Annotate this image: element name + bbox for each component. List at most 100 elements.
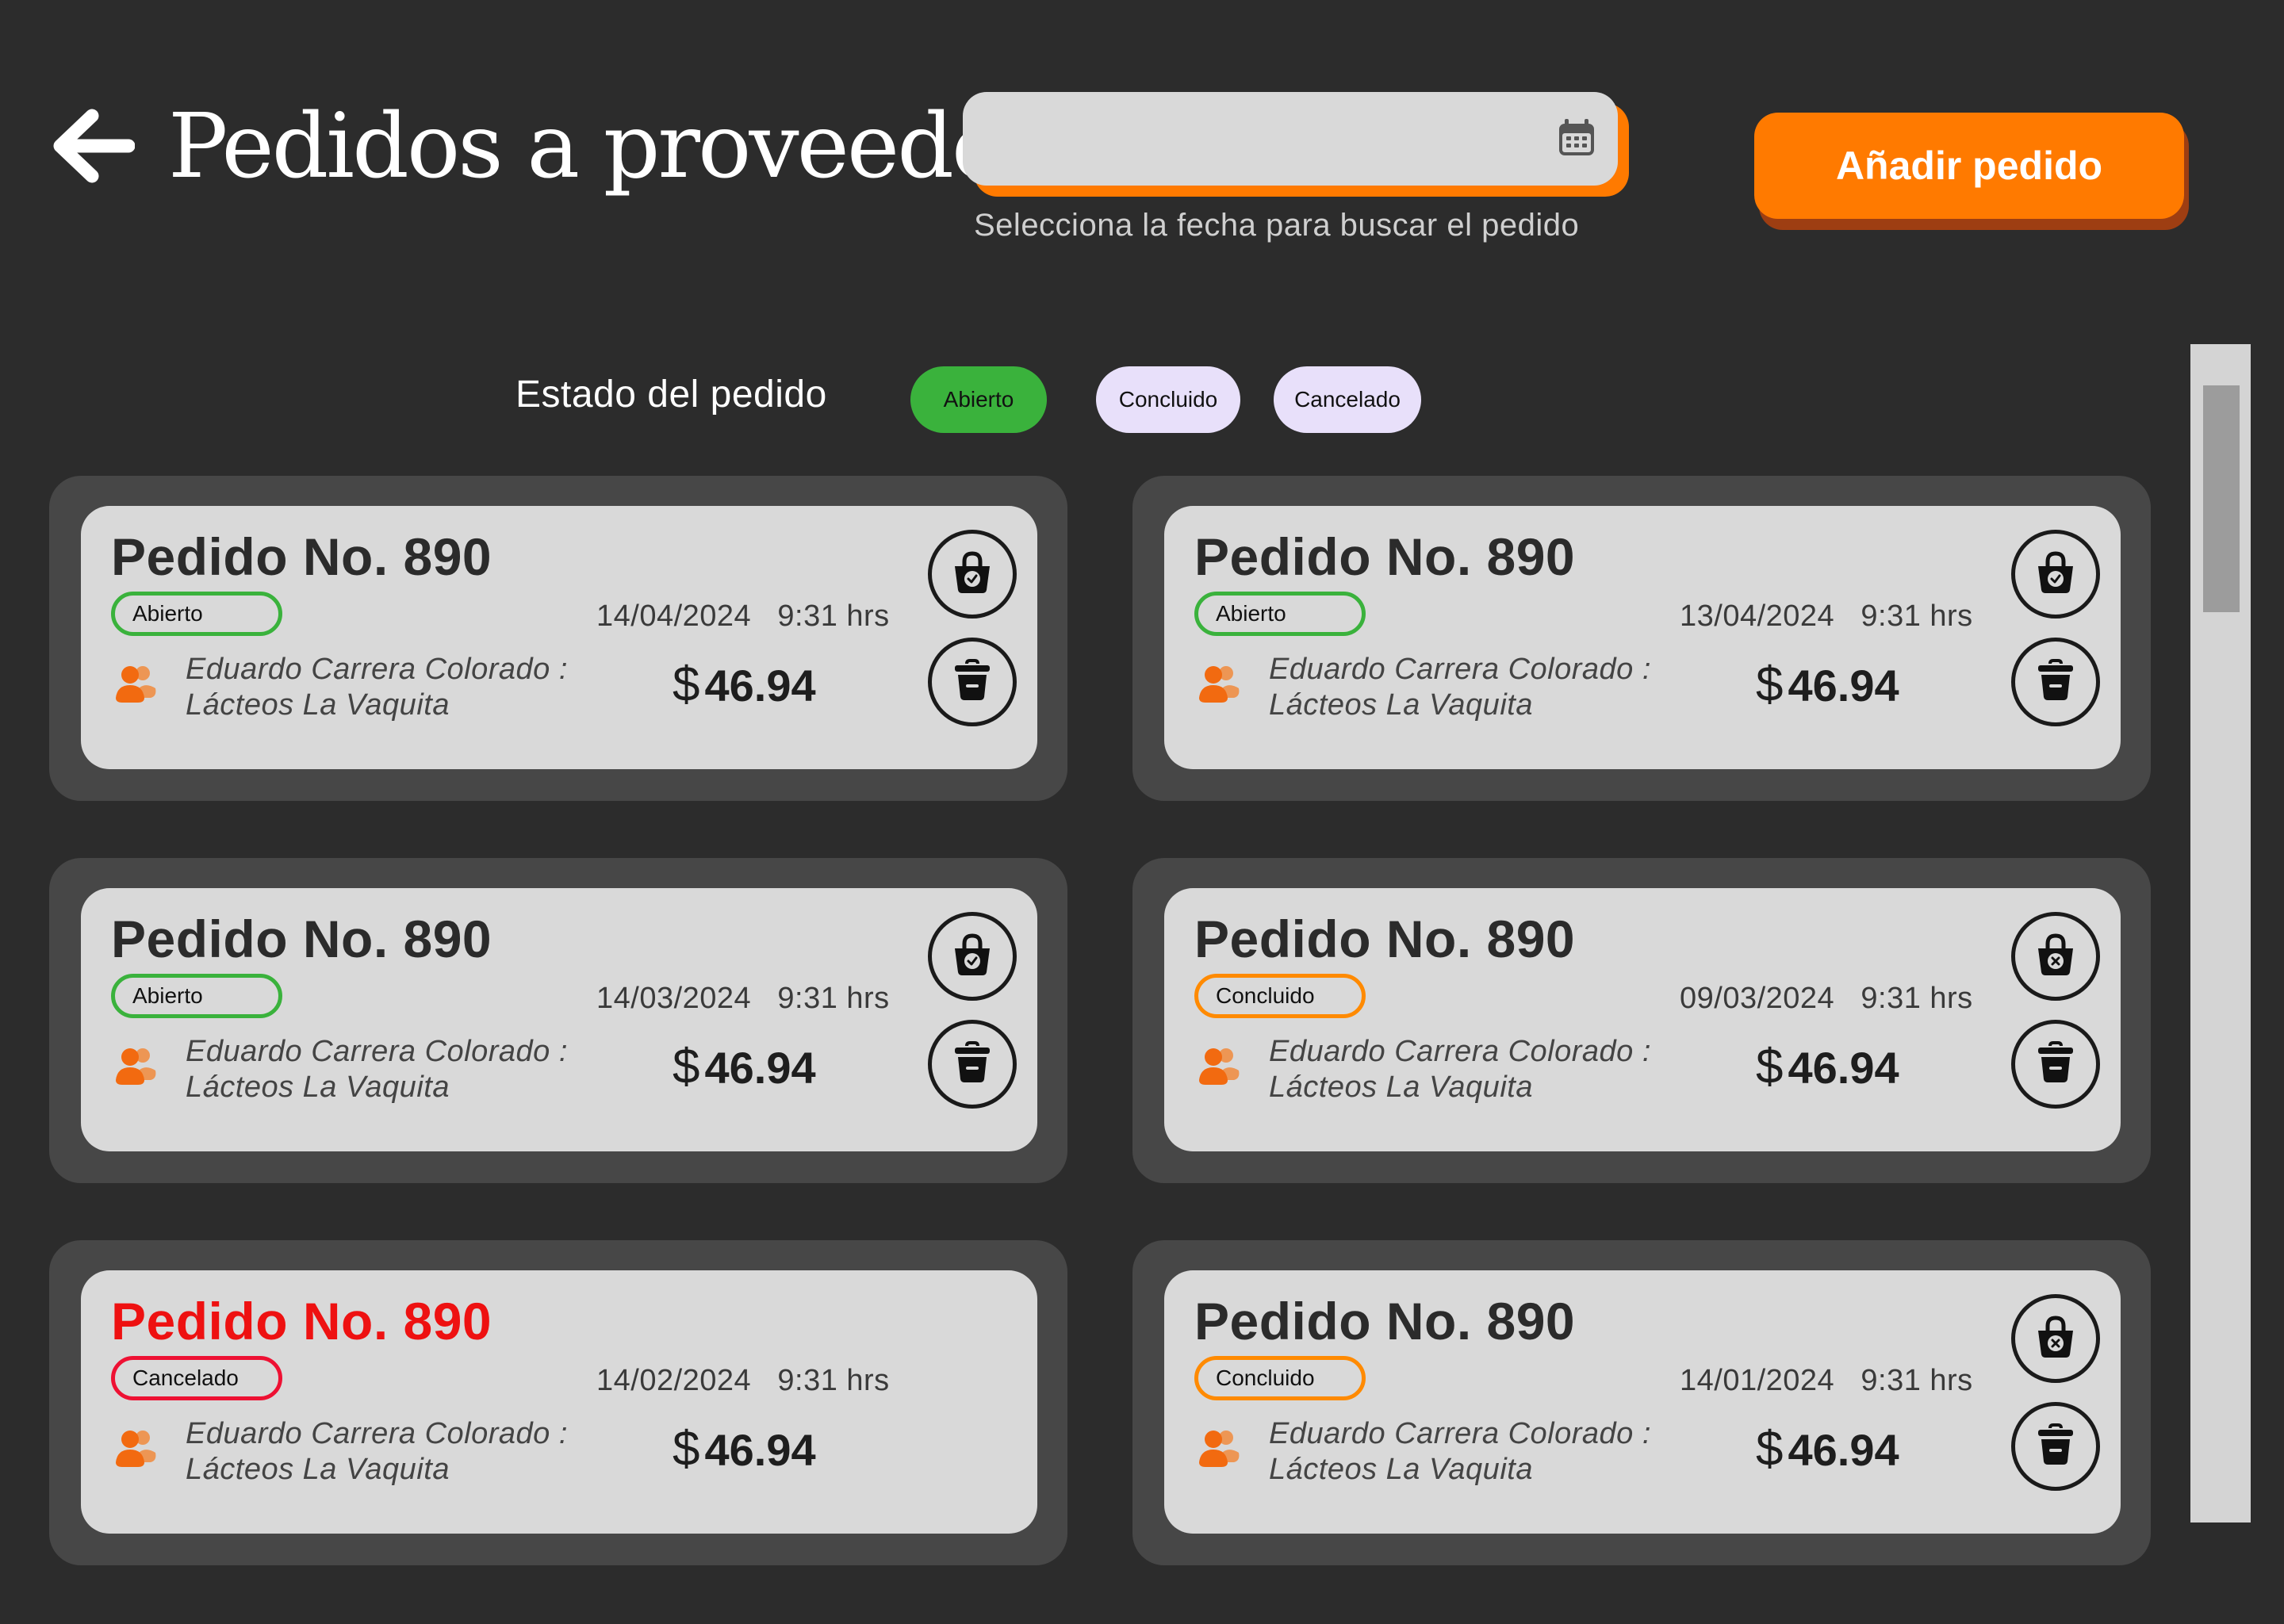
order-status-button[interactable]: [2011, 1294, 2100, 1383]
currency-symbol: $: [673, 1422, 700, 1477]
order-card[interactable]: Pedido No. 890 Abierto 14/04/2024 9:31 h…: [49, 476, 1067, 801]
order-status-badge: Concluido: [1194, 1356, 1366, 1400]
order-status-button[interactable]: [2011, 912, 2100, 1001]
basket-check-icon: [2035, 550, 2076, 599]
page-title: Pedidos a proveedor: [168, 95, 1045, 198]
supplier-users-icon: [1198, 1426, 1242, 1470]
filter-chip-abierto[interactable]: Abierto: [910, 366, 1047, 433]
amount-value: 46.94: [704, 661, 816, 710]
back-arrow-icon[interactable]: [51, 108, 136, 184]
order-date: 14/01/2024: [1680, 1364, 1835, 1397]
order-time: 9:31 hrs: [777, 982, 890, 1015]
add-order-label[interactable]: Añadir pedido: [1754, 113, 2184, 219]
delete-order-button[interactable]: [928, 638, 1017, 726]
order-title: Pedido No. 890: [1194, 527, 1576, 586]
filter-chip-cancelado[interactable]: Cancelado: [1274, 366, 1421, 433]
date-search[interactable]: [963, 92, 1629, 197]
order-title: Pedido No. 890: [1194, 1292, 1576, 1350]
calendar-icon[interactable]: [1554, 116, 1599, 160]
order-card-inner[interactable]: Pedido No. 890 Abierto 14/03/2024 9:31 h…: [81, 888, 1037, 1151]
date-search-hint: Selecciona la fecha para buscar el pedid…: [974, 208, 1580, 243]
status-filter-label: Estado del pedido: [515, 373, 827, 416]
supplier-company: Lácteos La Vaquita: [186, 688, 450, 722]
trash-icon: [953, 658, 991, 706]
basket-check-icon: [952, 550, 993, 599]
order-card[interactable]: Pedido No. 890 Concluido 14/01/2024 9:31…: [1132, 1240, 2151, 1565]
order-supplier: Eduardo Carrera Colorado : Lácteos La Vaq…: [186, 1034, 568, 1105]
currency-symbol: $: [1756, 657, 1784, 712]
order-supplier: Eduardo Carrera Colorado : Lácteos La Vaq…: [1269, 1034, 1651, 1105]
order-card-inner[interactable]: Pedido No. 890 Concluido 14/01/2024 9:31…: [1164, 1270, 2121, 1534]
order-amount: $46.94: [1756, 1421, 1899, 1477]
order-status-badge: Concluido: [1194, 974, 1366, 1018]
order-datetime: 14/03/2024 9:31 hrs: [596, 982, 890, 1016]
order-supplier: Eduardo Carrera Colorado : Lácteos La Vaq…: [186, 1416, 568, 1488]
order-datetime: 14/04/2024 9:31 hrs: [596, 599, 890, 634]
order-amount: $46.94: [1756, 657, 1899, 713]
order-title: Pedido No. 890: [1194, 910, 1576, 968]
currency-symbol: $: [673, 1040, 700, 1094]
trash-icon: [953, 1040, 991, 1088]
order-time: 9:31 hrs: [777, 1364, 890, 1397]
order-card-inner[interactable]: Pedido No. 890 Abierto 13/04/2024 9:31 h…: [1164, 506, 2121, 769]
supplier-name: Eduardo Carrera Colorado :: [1269, 653, 1651, 686]
supplier-name: Eduardo Carrera Colorado :: [1269, 1417, 1651, 1450]
trash-icon: [2037, 1423, 2075, 1470]
order-status-button[interactable]: [2011, 530, 2100, 619]
filter-chip-concluido[interactable]: Concluido: [1096, 366, 1240, 433]
order-card-inner[interactable]: Pedido No. 890 Abierto 14/04/2024 9:31 h…: [81, 506, 1037, 769]
order-time: 9:31 hrs: [777, 599, 890, 633]
supplier-company: Lácteos La Vaquita: [1269, 1453, 1533, 1486]
scrollbar-thumb[interactable]: [2203, 385, 2240, 612]
order-title: Pedido No. 890: [111, 527, 492, 586]
supplier-users-icon: [1198, 1044, 1242, 1088]
delete-order-button[interactable]: [2011, 1020, 2100, 1109]
order-status-badge: Abierto: [111, 974, 282, 1018]
supplier-name: Eduardo Carrera Colorado :: [186, 1035, 568, 1068]
amount-value: 46.94: [704, 1043, 816, 1093]
order-supplier: Eduardo Carrera Colorado : Lácteos La Vaq…: [1269, 1416, 1651, 1488]
order-date: 09/03/2024: [1680, 982, 1835, 1015]
supplier-name: Eduardo Carrera Colorado :: [186, 1417, 568, 1450]
order-datetime: 13/04/2024 9:31 hrs: [1680, 599, 1973, 634]
order-card[interactable]: Pedido No. 890 Concluido 09/03/2024 9:31…: [1132, 858, 2151, 1183]
order-amount: $46.94: [673, 1039, 816, 1095]
order-status-badge: Cancelado: [111, 1356, 282, 1400]
order-status-badge: Abierto: [111, 592, 282, 636]
supplier-company: Lácteos La Vaquita: [1269, 1071, 1533, 1104]
add-order-button[interactable]: Añadir pedido: [1754, 113, 2189, 230]
order-date: 14/02/2024: [596, 1364, 752, 1397]
order-card[interactable]: Pedido No. 890 Cancelado 14/02/2024 9:31…: [49, 1240, 1067, 1565]
supplier-company: Lácteos La Vaquita: [186, 1071, 450, 1104]
order-time: 9:31 hrs: [1861, 599, 1973, 633]
date-search-input[interactable]: [963, 92, 1618, 186]
order-date: 14/03/2024: [596, 982, 752, 1015]
trash-icon: [2037, 1040, 2075, 1088]
basket-check-icon: [952, 933, 993, 981]
amount-value: 46.94: [1788, 661, 1899, 710]
order-status-button[interactable]: [928, 912, 1017, 1001]
order-status-button[interactable]: [928, 530, 1017, 619]
order-card[interactable]: Pedido No. 890 Abierto 13/04/2024 9:31 h…: [1132, 476, 2151, 801]
supplier-company: Lácteos La Vaquita: [186, 1453, 450, 1486]
delete-order-button[interactable]: [928, 1020, 1017, 1109]
amount-value: 46.94: [1788, 1043, 1899, 1093]
order-amount: $46.94: [1756, 1039, 1899, 1095]
supplier-name: Eduardo Carrera Colorado :: [186, 653, 568, 686]
order-card-inner[interactable]: Pedido No. 890 Cancelado 14/02/2024 9:31…: [81, 1270, 1037, 1534]
delete-order-button[interactable]: [2011, 1402, 2100, 1491]
supplier-company: Lácteos La Vaquita: [1269, 688, 1533, 722]
order-card[interactable]: Pedido No. 890 Abierto 14/03/2024 9:31 h…: [49, 858, 1067, 1183]
amount-value: 46.94: [704, 1425, 816, 1475]
order-card-inner[interactable]: Pedido No. 890 Concluido 09/03/2024 9:31…: [1164, 888, 2121, 1151]
order-amount: $46.94: [673, 1421, 816, 1477]
supplier-name: Eduardo Carrera Colorado :: [1269, 1035, 1651, 1068]
order-supplier: Eduardo Carrera Colorado : Lácteos La Vaq…: [1269, 652, 1651, 723]
delete-order-button[interactable]: [2011, 638, 2100, 726]
order-time: 9:31 hrs: [1861, 1364, 1973, 1397]
supplier-users-icon: [114, 1044, 159, 1088]
amount-value: 46.94: [1788, 1425, 1899, 1475]
order-time: 9:31 hrs: [1861, 982, 1973, 1015]
currency-symbol: $: [673, 657, 700, 712]
supplier-users-icon: [114, 661, 159, 706]
